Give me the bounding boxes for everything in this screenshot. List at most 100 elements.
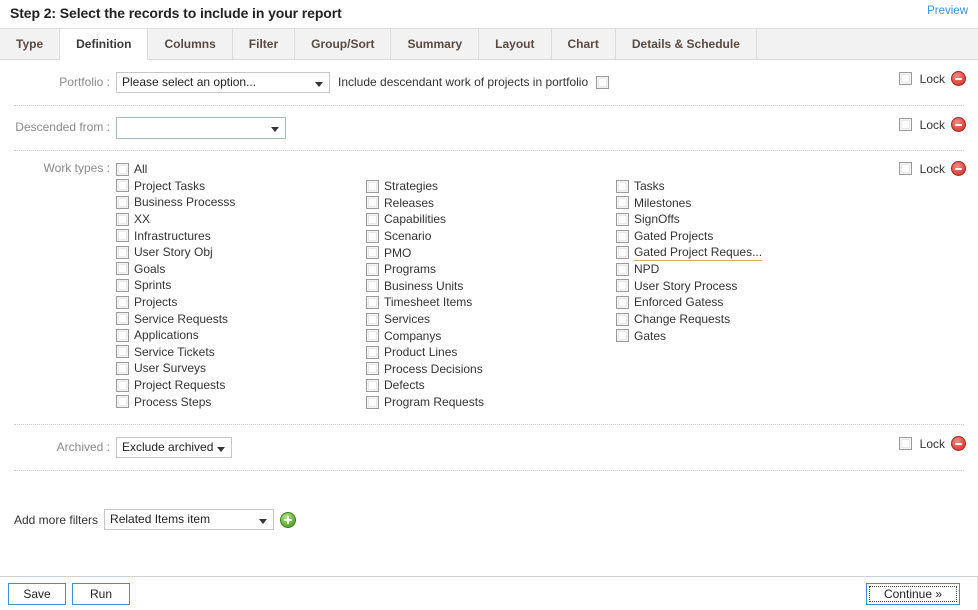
descended-from-select[interactable] [116, 117, 286, 139]
work-type-checkbox[interactable] [616, 212, 629, 226]
work-type-label[interactable]: Infrastructures [134, 229, 211, 243]
work-type-checkbox[interactable] [366, 196, 379, 210]
work-type-checkbox[interactable] [366, 329, 379, 343]
work-type-label[interactable]: Timesheet Items [384, 295, 472, 309]
work-type-label[interactable]: Business Processs [134, 195, 235, 209]
work-type-label[interactable]: Enforced Gatess [634, 295, 723, 309]
work-type-checkbox[interactable] [616, 295, 629, 309]
work-type-label[interactable]: Gates [634, 329, 666, 343]
work-type-checkbox[interactable] [366, 246, 379, 260]
work-type-checkbox[interactable] [616, 262, 629, 276]
work-type-label[interactable]: Sprints [134, 278, 171, 292]
work-type-label[interactable]: Project Requests [134, 378, 225, 392]
work-type-checkbox[interactable] [616, 246, 629, 260]
portfolio-lock-checkbox[interactable] [898, 72, 912, 85]
work-type-checkbox[interactable] [366, 362, 379, 376]
work-type-checkbox[interactable] [366, 395, 379, 409]
work-type-checkbox[interactable] [366, 229, 379, 243]
archived-select[interactable]: Exclude archived [116, 437, 232, 459]
work-type-checkbox[interactable] [366, 179, 379, 193]
work-type-label[interactable]: Process Steps [134, 395, 211, 409]
work-type-label[interactable]: Project Tasks [134, 179, 205, 193]
work-type-checkbox[interactable] [366, 212, 379, 226]
work-type-checkbox[interactable] [116, 212, 129, 226]
work-type-label[interactable]: XX [134, 212, 150, 226]
work-type-checkbox[interactable] [116, 328, 129, 342]
tab-columns[interactable]: Columns [148, 28, 233, 59]
work-type-checkbox[interactable] [116, 245, 129, 259]
work-type-checkbox[interactable] [116, 295, 129, 309]
work-type-checkbox[interactable] [116, 229, 129, 243]
archived-lock-checkbox[interactable] [898, 437, 912, 451]
work-type-label[interactable]: Process Decisions [384, 362, 483, 376]
work-type-checkbox[interactable] [116, 179, 129, 193]
work-type-label[interactable]: Gated Projects [634, 229, 713, 243]
work-type-label[interactable]: Strategies [384, 179, 438, 193]
work-type-checkbox[interactable] [366, 262, 379, 276]
work-type-label[interactable]: Programs [384, 262, 436, 276]
work-type-checkbox[interactable] [116, 378, 129, 392]
work-type-label[interactable]: Capabilities [384, 212, 446, 226]
tab-filter[interactable]: Filter [232, 28, 296, 59]
work-type-checkbox[interactable] [616, 279, 629, 293]
work-type-label[interactable]: Service Requests [134, 312, 228, 326]
work-type-checkbox[interactable] [366, 279, 379, 293]
work-type-label[interactable]: User Story Process [634, 279, 737, 293]
work-type-label[interactable]: Milestones [634, 196, 691, 210]
work-type-checkbox[interactable] [366, 295, 379, 309]
work-type-label[interactable]: Applications [134, 328, 199, 342]
work-types-remove-button[interactable] [951, 161, 966, 176]
tab-summary[interactable]: Summary [391, 28, 480, 59]
tab-layout[interactable]: Layout [479, 28, 552, 59]
work-type-label[interactable]: User Surveys [134, 361, 206, 375]
archived-remove-button[interactable] [951, 436, 966, 452]
portfolio-select[interactable]: Please select an option... [116, 72, 330, 93]
work-type-label[interactable]: Gated Project Reques... [634, 245, 763, 261]
work-type-checkbox[interactable] [116, 195, 129, 209]
work-type-checkbox[interactable] [366, 345, 379, 359]
work-type-label[interactable]: Program Requests [384, 395, 484, 409]
work-types-lock-checkbox[interactable] [898, 162, 912, 175]
work-type-checkbox[interactable] [616, 312, 629, 326]
work-type-label[interactable]: Business Units [384, 279, 463, 293]
work-type-label[interactable]: Service Tickets [134, 345, 215, 359]
work-type-checkbox[interactable] [616, 229, 629, 243]
work-type-label[interactable]: Services [384, 312, 430, 326]
work-type-label[interactable]: NPD [634, 262, 659, 276]
work-type-checkbox[interactable] [116, 361, 129, 375]
work-type-checkbox[interactable] [616, 179, 629, 193]
work-type-label[interactable]: PMO [384, 246, 411, 260]
work-type-label[interactable]: Defects [384, 378, 425, 392]
save-button[interactable]: Save [8, 582, 66, 605]
work-type-label[interactable]: Releases [384, 196, 434, 210]
add-more-filters-select[interactable]: Related Items item [104, 509, 275, 531]
work-type-label[interactable]: SignOffs [634, 212, 680, 226]
portfolio-remove-button[interactable] [951, 71, 966, 86]
work-type-checkbox[interactable] [116, 162, 129, 176]
tab-type[interactable]: Type [0, 28, 61, 59]
work-type-label[interactable]: Companys [384, 329, 441, 343]
work-type-label[interactable]: Goals [134, 262, 165, 276]
tab-definition[interactable]: Definition [60, 28, 149, 60]
continue-button[interactable]: Continue » [866, 582, 960, 605]
work-type-checkbox[interactable] [616, 329, 629, 343]
work-type-label[interactable]: User Story Obj [134, 245, 213, 259]
tab-chart[interactable]: Chart [551, 28, 616, 59]
work-type-label[interactable]: Product Lines [384, 345, 457, 359]
tab-details-schedule[interactable]: Details & Schedule [615, 28, 757, 59]
run-button[interactable]: Run [72, 582, 130, 605]
descended-from-remove-button[interactable] [951, 117, 966, 132]
work-type-checkbox[interactable] [366, 312, 379, 326]
preview-link[interactable]: Preview [927, 5, 968, 17]
descended-from-lock-checkbox[interactable] [898, 118, 912, 131]
include-descendant-checkbox[interactable] [596, 75, 610, 89]
work-type-checkbox[interactable] [116, 345, 129, 359]
plus-circle-icon[interactable] [280, 511, 297, 528]
work-type-label[interactable]: Projects [134, 295, 177, 309]
work-type-checkbox[interactable] [116, 312, 129, 326]
work-type-label[interactable]: All [134, 162, 147, 176]
work-type-label[interactable]: Change Requests [634, 312, 730, 326]
work-type-checkbox[interactable] [116, 262, 129, 276]
work-type-label[interactable]: Tasks [634, 179, 665, 193]
work-type-checkbox[interactable] [366, 378, 379, 392]
